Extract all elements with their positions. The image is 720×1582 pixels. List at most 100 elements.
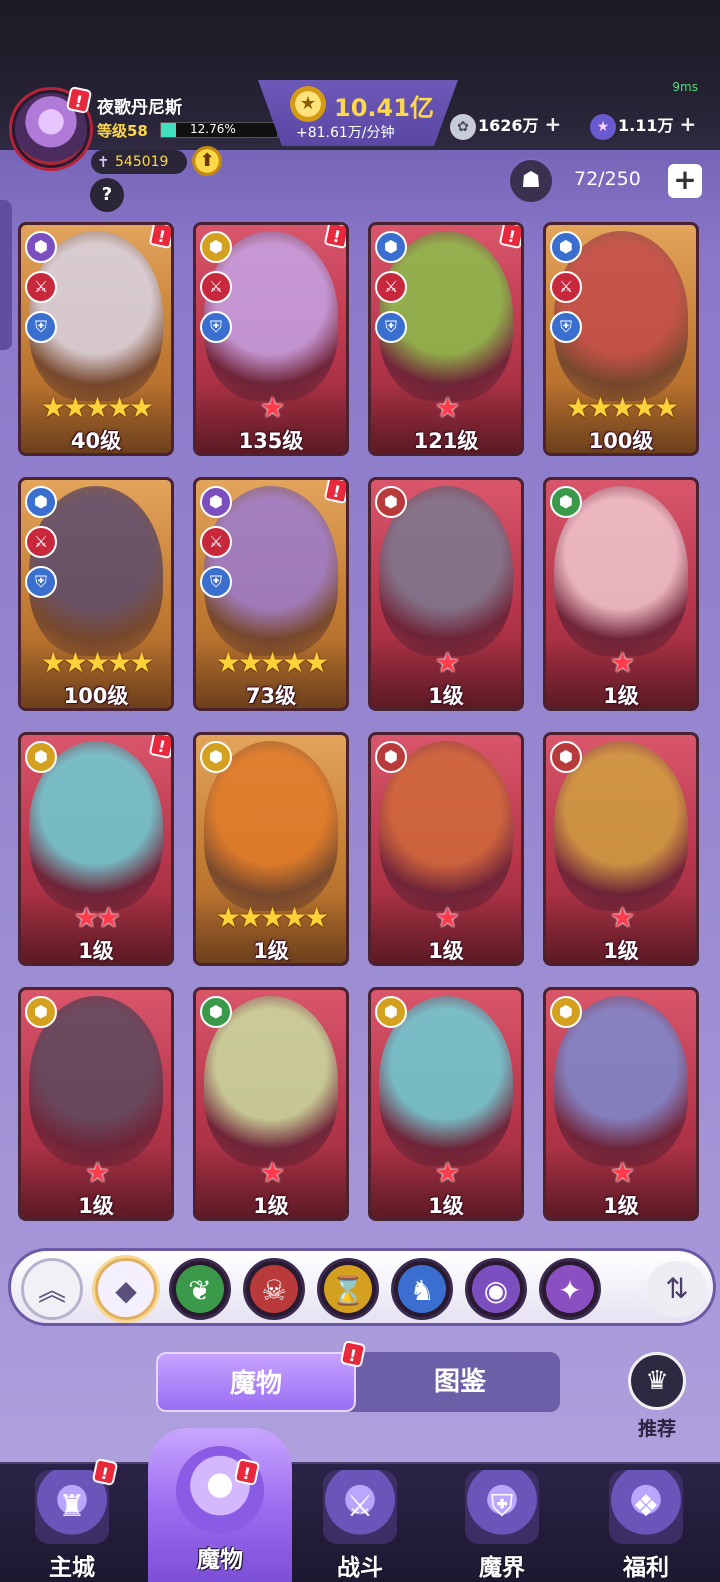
nav-welfare[interactable]: ❖ 福利	[574, 1464, 718, 1582]
element-badge-icon: ⬢	[550, 996, 582, 1028]
eye-element-icon[interactable]: ◉	[465, 1258, 527, 1320]
defense-type-icon: ⛨	[25, 311, 57, 343]
sword-shield-icon: ⚔	[323, 1470, 397, 1544]
element-badge-icon: ⬢	[25, 486, 57, 518]
sort-button[interactable]: ⇅	[647, 1261, 707, 1317]
player-level: 等级58	[97, 122, 148, 140]
monster-card[interactable]: ⬢ ⚔ ⛨ ★★★★★ 100级	[18, 477, 174, 711]
star-rating: ★	[609, 901, 635, 934]
monster-card[interactable]: ⬢ ⚔ ⛨ ★★★★★ 100级	[543, 222, 699, 456]
monster-card[interactable]: ⬢ ★★ 1级!	[18, 732, 174, 966]
attack-type-icon: ⚔	[375, 271, 407, 303]
monster-card[interactable]: ⬢ ★ 1级	[368, 732, 524, 966]
recommend-button[interactable]: ♛ 推荐	[622, 1352, 692, 1442]
monster-card[interactable]: ⬢ ★ 1级	[193, 987, 349, 1221]
recommend-label: 推荐	[637, 1418, 676, 1440]
all-elements-icon[interactable]: ◆	[95, 1258, 157, 1320]
resource-1-value: 1626万	[478, 116, 539, 135]
side-drawer-handle[interactable]	[0, 200, 12, 350]
time-element-icon[interactable]: ⌛	[317, 1258, 379, 1320]
monster-card[interactable]: ⬢ ★ 1级	[543, 987, 699, 1221]
star-rating: ★★★★★	[40, 646, 155, 679]
element-badge-icon: ⬢	[375, 486, 407, 518]
element-badge-icon: ⬢	[550, 741, 582, 773]
player-name: 夜歌丹尼斯	[97, 98, 182, 118]
monster-level: 1级	[603, 939, 639, 963]
resource-2-add-button[interactable]: +	[679, 110, 696, 138]
attack-type-icon: ⚔	[200, 271, 232, 303]
power-icon: ✝	[97, 153, 110, 171]
nav-demon-realm[interactable]: ⛨ 魔界	[430, 1464, 574, 1582]
silver-coin-icon: ✿	[450, 113, 476, 140]
tab-monsters[interactable]: 魔物	[156, 1352, 356, 1412]
monster-card[interactable]: ⬢ ★ 1级	[18, 987, 174, 1221]
star-rating: ★	[259, 391, 285, 424]
nav-monsters[interactable]: ✦ 魔物	[148, 1428, 292, 1582]
monster-card[interactable]: ⬢ ⚔ ⛨ ★ 121级!	[368, 222, 524, 456]
monster-level: 1级	[253, 939, 289, 963]
help-button[interactable]: ?	[90, 178, 124, 212]
defense-type-icon: ⛨	[25, 566, 57, 598]
monster-card[interactable]: ⬢ ⚔ ⛨ ★★★★★ 73级!	[193, 477, 349, 711]
nav-label: 主城	[49, 1555, 95, 1581]
monster-level: 1级	[428, 684, 464, 708]
monster-card[interactable]: ⬢ ⚔ ⛨ ★ 135级!	[193, 222, 349, 456]
monster-capacity-icon: ☗	[508, 158, 554, 204]
star-rating: ★	[84, 1156, 110, 1189]
tab-codex[interactable]: 图鉴	[360, 1352, 560, 1412]
attack-type-icon: ⚔	[25, 526, 57, 558]
monster-card[interactable]: ⬢ ★★★★★ 1级	[193, 732, 349, 966]
star-rating: ★	[609, 1156, 635, 1189]
nature-element-icon[interactable]: ❦	[169, 1258, 231, 1320]
monster-card[interactable]: ⬢ ⚔ ⛨ ★★★★★ 40级!	[18, 222, 174, 456]
card-alert-badge: !	[323, 225, 346, 250]
monster-level: 1级	[78, 1194, 114, 1218]
gold-rate: +81.61万/分钟	[296, 125, 395, 141]
star-rating: ★★★★★	[215, 901, 330, 934]
attack-type-icon: ⚔	[200, 526, 232, 558]
recommend-icon: ♛	[628, 1352, 686, 1410]
dragon-element-icon[interactable]: ♞	[391, 1258, 453, 1320]
star-rating: ★	[609, 646, 635, 679]
beast-element-icon[interactable]: ☠	[243, 1258, 305, 1320]
monster-flame-icon: ✦	[176, 1446, 264, 1534]
monster-level: 121级	[413, 429, 479, 453]
element-badge-icon: ⬢	[375, 741, 407, 773]
attack-type-icon: ⚔	[550, 271, 582, 303]
expand-capacity-button[interactable]: +	[668, 164, 702, 198]
monster-card[interactable]: ⬢ ★ 1级	[368, 477, 524, 711]
monster-level: 1级	[603, 1194, 639, 1218]
ping-indicator: 9ms	[672, 80, 698, 94]
xp-progress-fill	[161, 123, 176, 137]
spiral-element-icon[interactable]: ✦	[539, 1258, 601, 1320]
monster-level: 1级	[428, 1194, 464, 1218]
element-badge-icon: ⬢	[375, 996, 407, 1028]
monster-capacity: ☗ 72/250 +	[508, 158, 718, 204]
star-rating: ★★★★★	[565, 391, 680, 424]
treasure-chest-icon: ❖	[609, 1470, 683, 1544]
element-badge-icon: ⬢	[25, 231, 57, 263]
resource-1-add-button[interactable]: +	[545, 110, 562, 138]
star-gem-icon: ★	[590, 113, 616, 140]
gold-coin-icon: ★	[290, 86, 326, 122]
card-alert-badge: !	[498, 225, 521, 250]
element-badge-icon: ⬢	[200, 231, 232, 263]
resource-2-value: 1.11万	[618, 116, 674, 135]
monster-card[interactable]: ⬢ ★ 1级	[368, 987, 524, 1221]
monster-level: 73级	[245, 684, 297, 708]
nav-battle[interactable]: ⚔ 战斗	[288, 1464, 432, 1582]
upgrade-arrow-icon[interactable]: ⬆	[192, 146, 222, 176]
monster-level: 100级	[63, 684, 129, 708]
element-badge-icon: ⬢	[200, 486, 232, 518]
monster-level: 135级	[238, 429, 304, 453]
monster-card[interactable]: ⬢ ★ 1级	[543, 477, 699, 711]
defense-type-icon: ⛨	[200, 311, 232, 343]
nav-label: 魔界	[479, 1555, 525, 1581]
monster-card[interactable]: ⬢ ★ 1级	[543, 732, 699, 966]
resource-1: ✿ 1626万 +	[450, 110, 562, 140]
defense-type-icon: ⛨	[200, 566, 232, 598]
collapse-up-icon[interactable]: ︽	[21, 1258, 83, 1320]
nav-main-city[interactable]: ♜ 主城	[0, 1464, 144, 1582]
monster-level: 1级	[603, 684, 639, 708]
portal-icon: ⛨	[465, 1470, 539, 1544]
